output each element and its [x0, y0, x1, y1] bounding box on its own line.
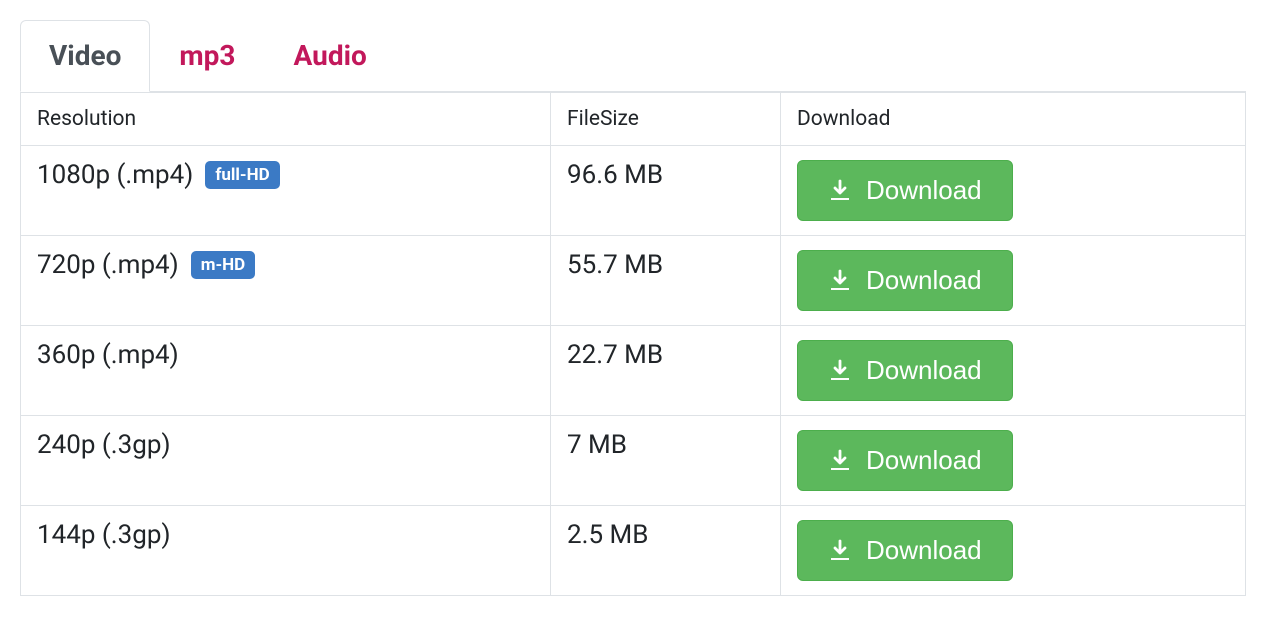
filesize-cell: 2.5 MB [551, 506, 781, 596]
download-button-label: Download [866, 445, 982, 476]
table-row: 144p (.3gp) 2.5 MB Download [21, 506, 1246, 596]
tab-audio[interactable]: Audio [264, 20, 395, 91]
download-button[interactable]: Download [797, 520, 1013, 581]
table-row: 1080p (.mp4) full-HD 96.6 MB Download [21, 146, 1246, 236]
filesize-cell: 22.7 MB [551, 326, 781, 416]
download-button-label: Download [866, 535, 982, 566]
header-download: Download [781, 93, 1246, 146]
quality-badge: full-HD [205, 161, 279, 189]
resolution-cell: 240p (.3gp) [21, 416, 551, 506]
download-button[interactable]: Download [797, 160, 1013, 221]
download-icon [828, 449, 852, 473]
download-table: Resolution FileSize Download 1080p (.mp4… [20, 92, 1246, 596]
download-cell: Download [781, 416, 1246, 506]
table-row: 240p (.3gp) 7 MB Download [21, 416, 1246, 506]
resolution-label: 240p (.3gp) [37, 430, 171, 460]
table-row: 720p (.mp4) m-HD 55.7 MB Download [21, 236, 1246, 326]
resolution-label: 1080p (.mp4) [37, 160, 193, 190]
filesize-cell: 96.6 MB [551, 146, 781, 236]
download-icon [828, 269, 852, 293]
resolution-cell: 144p (.3gp) [21, 506, 551, 596]
quality-badge: m-HD [191, 251, 255, 279]
download-cell: Download [781, 146, 1246, 236]
download-cell: Download [781, 326, 1246, 416]
download-icon [828, 179, 852, 203]
resolution-cell: 360p (.mp4) [21, 326, 551, 416]
tabs: Video mp3 Audio [20, 20, 1246, 92]
tab-mp3[interactable]: mp3 [150, 20, 264, 91]
header-filesize: FileSize [551, 93, 781, 146]
download-cell: Download [781, 506, 1246, 596]
resolution-label: 360p (.mp4) [37, 340, 179, 370]
download-button-label: Download [866, 175, 982, 206]
filesize-cell: 7 MB [551, 416, 781, 506]
filesize-cell: 55.7 MB [551, 236, 781, 326]
resolution-label: 144p (.3gp) [37, 520, 171, 550]
download-button[interactable]: Download [797, 250, 1013, 311]
resolution-label: 720p (.mp4) [37, 250, 179, 280]
header-resolution: Resolution [21, 93, 551, 146]
download-icon [828, 359, 852, 383]
download-cell: Download [781, 236, 1246, 326]
download-button[interactable]: Download [797, 340, 1013, 401]
tab-video[interactable]: Video [20, 20, 150, 92]
download-button-label: Download [866, 355, 982, 386]
download-button[interactable]: Download [797, 430, 1013, 491]
download-icon [828, 539, 852, 563]
resolution-cell: 1080p (.mp4) full-HD [21, 146, 551, 236]
download-button-label: Download [866, 265, 982, 296]
table-row: 360p (.mp4) 22.7 MB Download [21, 326, 1246, 416]
resolution-cell: 720p (.mp4) m-HD [21, 236, 551, 326]
